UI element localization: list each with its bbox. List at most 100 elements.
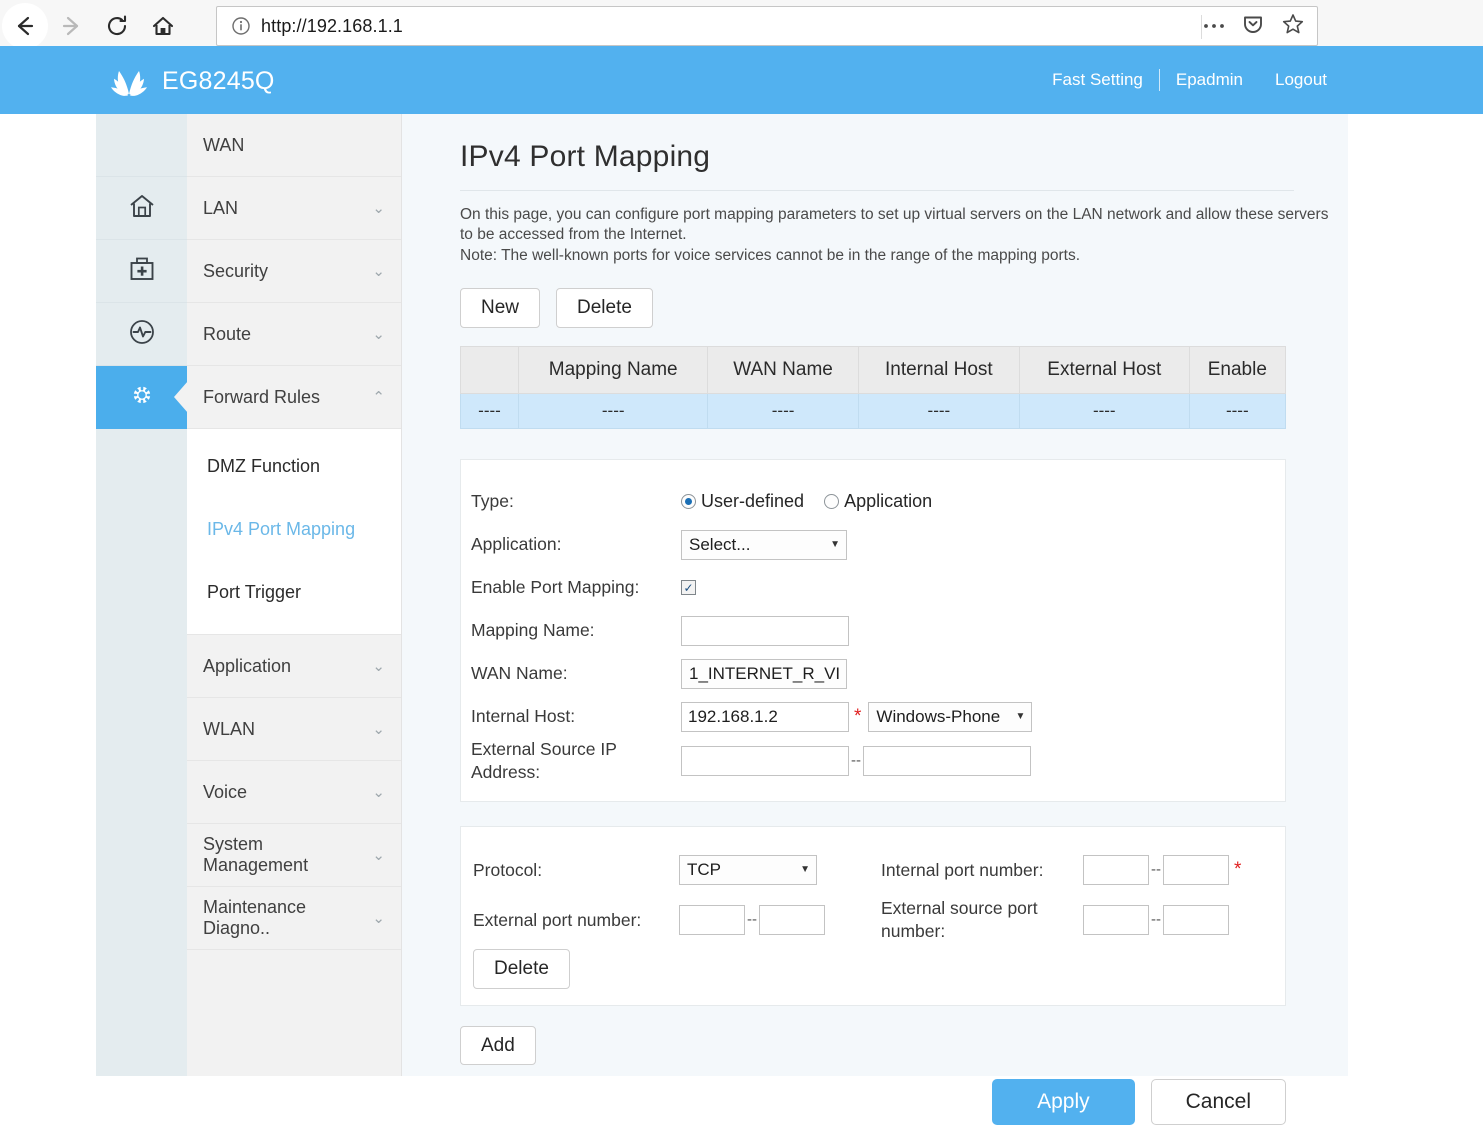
sidebar-item-label: LAN (203, 197, 239, 218)
home-icon (127, 191, 157, 226)
browser-toolbar: http://192.168.1.1 (0, 0, 1483, 52)
delete-button[interactable]: Delete (556, 288, 653, 329)
external-port-start-input[interactable] (679, 904, 745, 935)
table-header-external-host: External Host (1018, 346, 1190, 395)
sidebar-item-application[interactable]: Application ⌄ (187, 635, 401, 698)
sidebar-item-wlan[interactable]: WLAN ⌄ (187, 698, 401, 761)
add-button[interactable]: Add (460, 1025, 536, 1066)
back-arrow-icon (12, 13, 38, 39)
page-title: IPv4 Port Mapping (460, 140, 711, 173)
internal-host-device-select[interactable]: Windows-Phone ▼ (868, 701, 1033, 732)
radio-application[interactable] (824, 494, 840, 510)
star-icon[interactable] (1281, 12, 1305, 41)
table-toolbar: New Delete (460, 288, 1294, 329)
internal-host-input[interactable] (681, 701, 849, 732)
sidebar-icon-rail (96, 114, 187, 1076)
ports-panel: Protocol: TCP ▼ External port number: --… (460, 825, 1286, 1006)
apply-button[interactable]: Apply (992, 1079, 1135, 1125)
port-mapping-table: Mapping Name WAN Name Internal Host Exte… (460, 346, 1287, 430)
sidebar-item-lan[interactable]: LAN ⌄ (187, 177, 401, 240)
external-source-ip-start-input[interactable] (681, 745, 849, 776)
home-button[interactable] (140, 3, 186, 49)
sidebar-item-maintenance-diagnosis[interactable]: Maintenance Diagno.. ⌄ (187, 887, 401, 950)
rail-item-home[interactable] (96, 177, 187, 240)
brand-logo: EG8245Q (108, 58, 275, 105)
form-row-application: Application: Select... ▼ (461, 523, 1285, 566)
delete-rule-button[interactable]: Delete (473, 948, 570, 989)
sidebar-item-route[interactable]: Route ⌄ (187, 303, 401, 366)
table-cell-checkbox: ---- (460, 393, 519, 430)
sidebar-item-security[interactable]: Security ⌄ (187, 240, 401, 303)
application-select[interactable]: Select... ▼ (681, 529, 847, 560)
check-icon: ✓ (683, 580, 694, 595)
sidebar-item-port-trigger[interactable]: Port Trigger (187, 561, 401, 624)
external-source-ip-end-input[interactable] (863, 745, 1031, 776)
radio-application-label[interactable]: Application (844, 491, 932, 512)
form-row-external-source-port: External source port number: -- (881, 895, 1281, 945)
sidebar-item-dmz-function[interactable]: DMZ Function (187, 435, 401, 498)
header-links: Fast Setting Epadmin Logout (1036, 46, 1343, 114)
application-select-value: Select... (689, 534, 751, 554)
protocol-label: Protocol: (473, 859, 543, 880)
sidebar-item-ipv4-port-mapping[interactable]: IPv4 Port Mapping (187, 498, 401, 561)
external-source-port-start-input[interactable] (1083, 904, 1149, 935)
pocket-icon[interactable] (1241, 12, 1265, 41)
back-button[interactable] (2, 3, 48, 49)
sidebar-item-label: Voice (203, 781, 248, 802)
chevron-down-icon: ▼ (800, 864, 810, 876)
radio-user-defined[interactable] (681, 494, 696, 510)
internal-port-label: Internal port number: (881, 859, 1044, 880)
wan-name-select[interactable]: 1_INTERNET_R_VI ▼ (681, 658, 847, 689)
sidebar-subitem-label: Port Trigger (207, 582, 302, 602)
chevron-down-icon: ⌄ (372, 720, 385, 738)
internal-host-device-value: Windows-Phone (876, 706, 1001, 726)
info-icon[interactable] (231, 16, 251, 36)
radio-user-defined-label[interactable]: User-defined (701, 491, 804, 512)
mapping-name-input[interactable] (681, 615, 849, 646)
enable-port-mapping-label: Enable Port Mapping: (471, 577, 640, 598)
rail-spacer (96, 114, 187, 177)
header-link-epadmin[interactable]: Epadmin (1160, 70, 1259, 90)
chevron-down-icon: ▼ (830, 539, 840, 551)
sidebar-item-forward-rules[interactable]: Forward Rules ⌃ (187, 366, 401, 429)
rail-item-diagnostics[interactable] (96, 303, 187, 366)
ellipsis-icon[interactable] (1203, 17, 1225, 35)
table-row[interactable]: ---- ---- ---- ---- ---- ---- (460, 393, 1287, 430)
sidebar-item-system-management[interactable]: System Management ⌄ (187, 824, 401, 887)
internal-port-start-input[interactable] (1083, 854, 1149, 885)
external-source-port-end-input[interactable] (1163, 904, 1229, 935)
forward-button[interactable] (48, 3, 94, 49)
cancel-button[interactable]: Cancel (1150, 1079, 1286, 1125)
sidebar-item-label: Forward Rules (203, 386, 321, 407)
device-model-label: EG8245Q (162, 67, 275, 95)
form-row-type: Type: User-defined Application (461, 480, 1285, 523)
sidebar-item-label: WLAN (203, 718, 256, 739)
enable-port-mapping-checkbox[interactable]: ✓ (681, 580, 696, 596)
table-cell-wan-name: ---- (707, 393, 859, 430)
sidebar-item-voice[interactable]: Voice ⌄ (187, 761, 401, 824)
header-link-fast-setting[interactable]: Fast Setting (1036, 70, 1159, 90)
gear-icon (127, 380, 157, 415)
rail-item-toolbox[interactable] (96, 240, 187, 303)
rail-item-forward-rules[interactable] (96, 366, 187, 429)
form-actions: Apply Cancel (460, 1079, 1286, 1125)
mapping-form-panel: Type: User-defined Application Applicati… (460, 459, 1286, 802)
sidebar-item-wan[interactable]: WAN (187, 114, 401, 177)
external-port-end-input[interactable] (759, 904, 825, 935)
forward-arrow-icon (58, 13, 84, 39)
sidebar-item-label: Maintenance Diagno.. (203, 897, 307, 938)
address-bar[interactable]: http://192.168.1.1 (216, 6, 1318, 46)
description-line-2: to be accessed from the Internet. (460, 226, 687, 244)
form-row-enable-port-mapping: Enable Port Mapping: ✓ (461, 566, 1285, 609)
chevron-down-icon: ⌄ (372, 262, 385, 280)
description-line-1: On this page, you can configure port map… (460, 206, 1329, 223)
sidebar-nav: WAN LAN ⌄ Security ⌄ Route ⌄ Forward Rul… (187, 114, 402, 1076)
new-button[interactable]: New (460, 288, 541, 329)
header-link-logout[interactable]: Logout (1259, 70, 1343, 90)
reload-button[interactable] (94, 3, 140, 49)
internal-port-end-input[interactable] (1163, 854, 1229, 885)
protocol-select[interactable]: TCP ▼ (679, 854, 817, 885)
table-header-wan-name: WAN Name (707, 346, 859, 395)
type-label: Type: (471, 491, 514, 512)
table-header-enable: Enable (1188, 346, 1287, 395)
